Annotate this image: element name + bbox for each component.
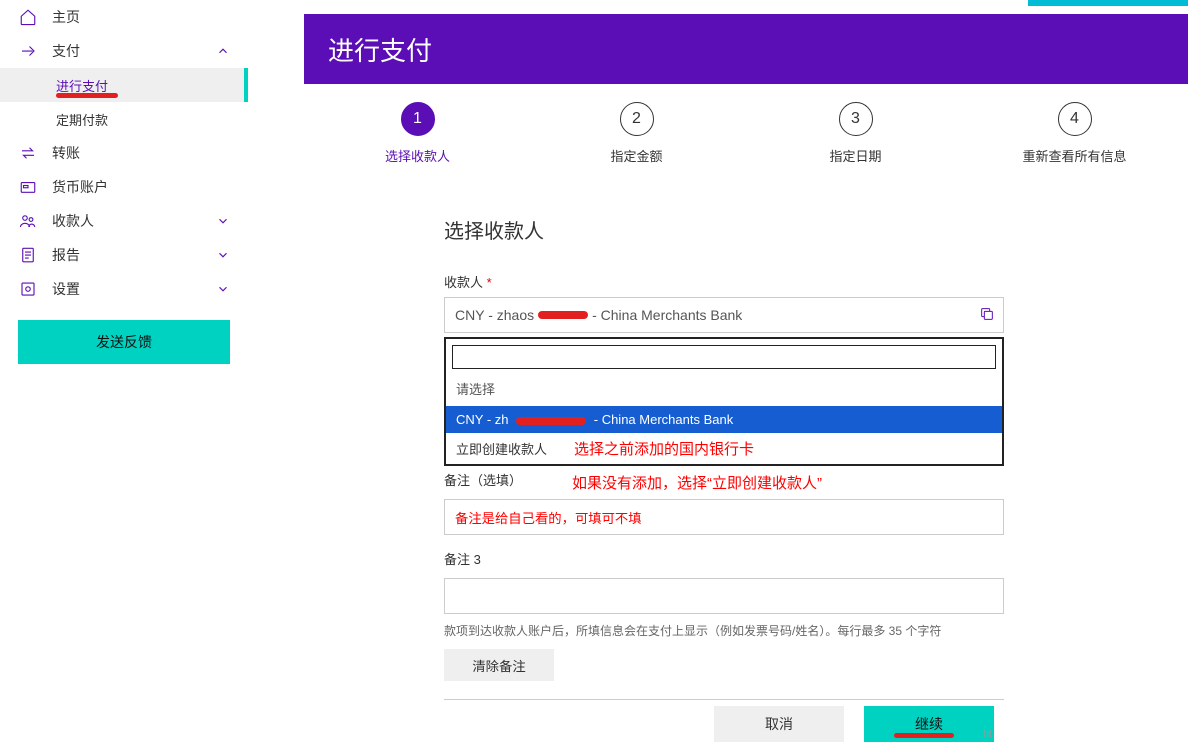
annotation-text-2: 如果没有添加，选择“立即创建收款人” <box>572 472 822 493</box>
chevron-up-icon <box>216 44 230 58</box>
dd-opt2-label: 立即创建收款人 <box>456 442 547 457</box>
nav-settings[interactable]: 设置 <box>0 272 248 306</box>
nav-reports-label: 报告 <box>52 245 216 265</box>
redaction-mark <box>538 311 588 319</box>
clear-remarks-button[interactable]: 清除备注 <box>444 649 554 681</box>
redaction-mark <box>516 417 586 425</box>
payee-value-suffix: - China Merchants Bank <box>592 307 742 323</box>
step-2-circle: 2 <box>620 102 654 136</box>
step-1-label: 选择收款人 <box>308 146 527 165</box>
nav-currency-label: 货币账户 <box>52 177 230 197</box>
dropdown-search-wrap <box>446 339 1002 375</box>
annotation-redmark <box>894 733 954 738</box>
chevron-down-icon <box>216 214 230 228</box>
section-title: 选择收款人 <box>444 215 1004 244</box>
step-3[interactable]: 3 指定日期 <box>746 102 965 165</box>
home-icon <box>18 7 38 27</box>
dd-opt1-prefix: CNY - zh <box>456 412 509 427</box>
nav-home[interactable]: 主页 <box>0 0 248 34</box>
feedback-button[interactable]: 发送反馈 <box>18 320 230 364</box>
annotation-text-1: 选择之前添加的国内银行卡 <box>574 438 754 459</box>
nav-payees-label: 收款人 <box>52 211 216 231</box>
nav-payees[interactable]: 收款人 <box>0 204 248 238</box>
dropdown-please-select: 请选择 <box>446 375 1002 406</box>
nav-reports[interactable]: 报告 <box>0 238 248 272</box>
remark-label: 备注（选填） <box>444 470 572 489</box>
dropdown-search-input[interactable] <box>452 345 996 369</box>
nav-pay-label: 支付 <box>52 41 216 61</box>
feedback-label: 发送反馈 <box>96 332 152 352</box>
people-icon <box>18 211 38 231</box>
step-4[interactable]: 4 重新查看所有信息 <box>965 102 1184 165</box>
remark3-input[interactable] <box>444 578 1004 614</box>
copy-icon[interactable] <box>979 306 995 322</box>
nav-settings-label: 设置 <box>52 279 216 299</box>
step-3-label: 指定日期 <box>746 146 965 165</box>
step-2-label: 指定金额 <box>527 146 746 165</box>
step-4-label: 重新查看所有信息 <box>965 146 1184 165</box>
nav-make-payment[interactable]: 进行支付 <box>0 68 248 102</box>
nav-transfer-label: 转账 <box>52 143 230 163</box>
page-hero: 进行支付 <box>304 14 1188 84</box>
arrow-right-icon <box>18 41 38 61</box>
dropdown-option-create[interactable]: 立即创建收款人 <box>446 433 574 464</box>
chevron-down-icon <box>216 282 230 296</box>
remark-input[interactable] <box>444 499 1004 535</box>
nav-recurring[interactable]: 定期付款 <box>0 102 248 136</box>
main-content: 进行支付 1 选择收款人 2 指定金额 3 指定日期 4 重新查看所有信息 选择… <box>248 0 1188 747</box>
required-mark: * <box>487 275 492 290</box>
chevron-down-icon <box>216 248 230 262</box>
annotation-redmark <box>56 93 118 98</box>
transfer-icon <box>18 143 38 163</box>
remark-hint: 款项到达收款人账户后，所填信息会在支付上显示（例如发票号码/姓名）。每行最多 3… <box>444 622 1004 639</box>
wallet-icon <box>18 177 38 197</box>
step-1-circle: 1 <box>401 102 435 136</box>
payee-label: 收款人 * <box>444 272 1004 291</box>
payee-select[interactable]: CNY - zhaos - China Merchants Bank <box>444 297 1004 333</box>
settings-icon <box>18 279 38 299</box>
watermark-text: ht <box>983 728 992 740</box>
nav-transfer[interactable]: 转账 <box>0 136 248 170</box>
step-1[interactable]: 1 选择收款人 <box>308 102 527 165</box>
step-2[interactable]: 2 指定金额 <box>527 102 746 165</box>
step-3-circle: 3 <box>839 102 873 136</box>
cancel-label: 取消 <box>765 714 793 734</box>
nav-pay[interactable]: 支付 <box>0 34 248 68</box>
form-footer: 取消 继续 ht <box>444 699 1004 747</box>
document-icon <box>18 245 38 265</box>
step-4-circle: 4 <box>1058 102 1092 136</box>
remark3-label: 备注 3 <box>444 549 1004 568</box>
dd-opt1-suffix: - China Merchants Bank <box>594 412 733 427</box>
dropdown-option-1[interactable]: CNY - zh - China Merchants Bank <box>446 406 1002 433</box>
continue-label: 继续 <box>915 714 943 734</box>
cancel-button[interactable]: 取消 <box>714 706 844 742</box>
nav-currency[interactable]: 货币账户 <box>0 170 248 204</box>
nav-home-label: 主页 <box>52 7 230 27</box>
continue-button[interactable]: 继续 ht <box>864 706 994 742</box>
nav-recurring-label: 定期付款 <box>56 110 108 129</box>
stepper: 1 选择收款人 2 指定金额 3 指定日期 4 重新查看所有信息 <box>304 102 1188 165</box>
payee-label-text: 收款人 <box>444 275 483 290</box>
payee-value-prefix: CNY - zhaos <box>455 307 534 323</box>
sidebar: 主页 支付 进行支付 定期付款 转账 货币 <box>0 0 248 747</box>
page-title: 进行支付 <box>328 31 432 68</box>
clear-remarks-label: 清除备注 <box>472 659 525 674</box>
payee-dropdown: 请选择 CNY - zh - China Merchants Bank 立即创建… <box>444 337 1004 466</box>
form-area: 选择收款人 收款人 * CNY - zhaos - China Merchant… <box>444 215 1004 747</box>
nav-make-payment-label: 进行支付 <box>56 76 108 95</box>
